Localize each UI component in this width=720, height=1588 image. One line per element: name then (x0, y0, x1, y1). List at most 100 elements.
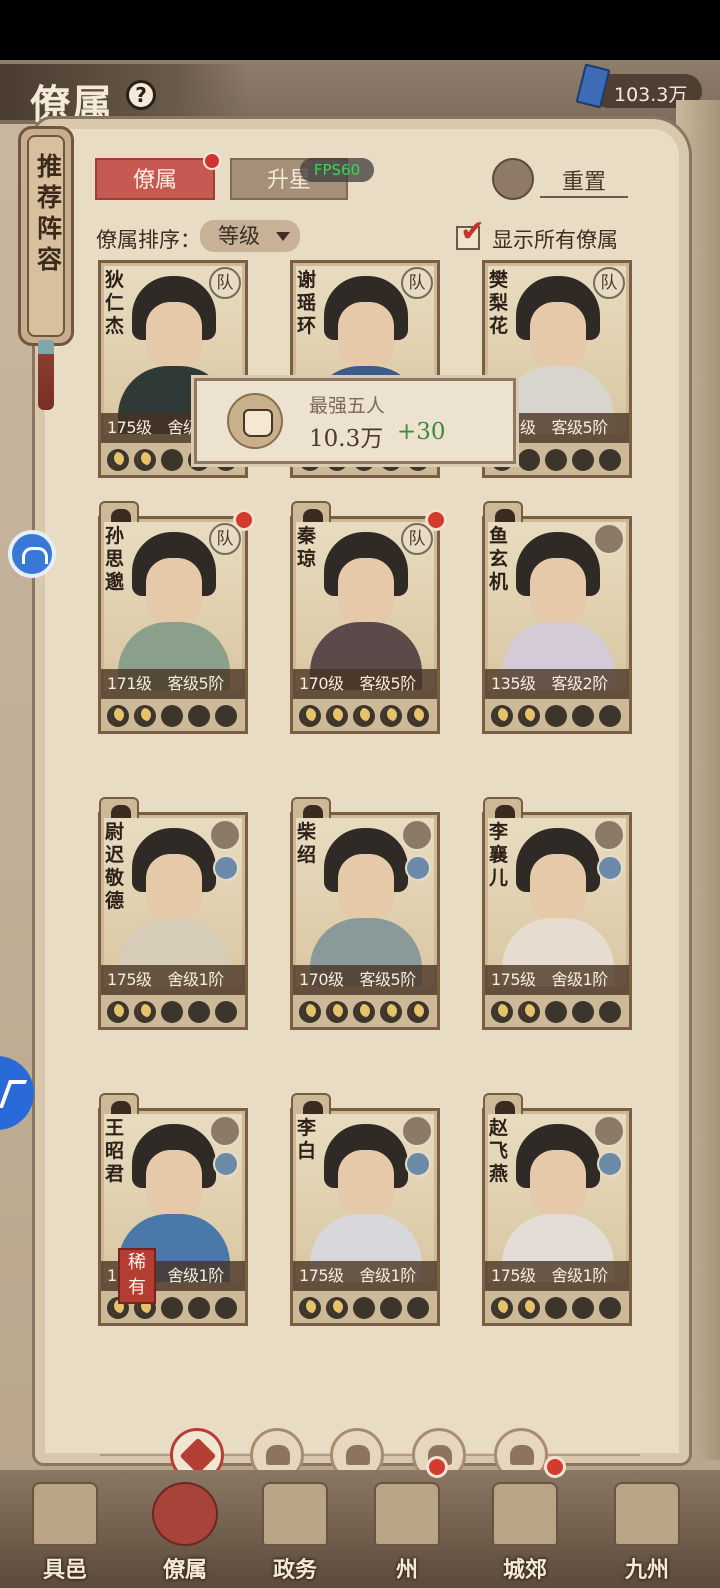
moon-star-icon (545, 705, 567, 727)
retainer-card[interactable]: 李襄儿 175级 舍级1阶 (482, 797, 632, 1030)
reset-icon[interactable] (492, 158, 534, 200)
fist-icon (227, 393, 283, 449)
partner-avatar (213, 1151, 239, 1177)
portrait-face (146, 302, 202, 372)
nav-building-icon (374, 1482, 440, 1546)
retainer-level: 175级 (491, 1266, 536, 1285)
header: 僚属 ? 103.3万 (0, 60, 720, 128)
moon-star-icon (491, 1297, 513, 1319)
notification-dot (426, 1456, 448, 1478)
tab-retainers[interactable]: 僚属 (95, 152, 221, 200)
moon-star-icon (572, 705, 594, 727)
retainer-name: 谢瑶环 (297, 269, 317, 337)
book-currency-icon (575, 63, 611, 109)
moon-star-icon (491, 1001, 513, 1023)
retainer-rank: 舍级1阶 (551, 1266, 609, 1285)
gourd-icon (346, 1445, 370, 1465)
retainer-name: 狄仁杰 (105, 269, 125, 337)
class-icon (593, 523, 625, 555)
retainer-card[interactable]: 柴绍 170级 客级5阶 (290, 797, 440, 1030)
moon-star-icon (599, 705, 621, 727)
nav-item[interactable]: 具邑 (10, 1470, 120, 1588)
rare-tag-label: 稀有 (128, 1252, 146, 1298)
moon-star-icon (545, 1297, 567, 1319)
moon-star-icon (299, 1001, 321, 1023)
level-rank-bar: 135级 客级2阶 (485, 669, 629, 699)
moon-star-icon (134, 449, 156, 471)
recommended-lineup-button[interactable]: 推荐阵容 (18, 126, 74, 346)
sort-dropdown[interactable]: 等级 (200, 220, 300, 252)
reset-button[interactable]: 重置 (540, 164, 628, 198)
partner-avatar (213, 855, 239, 881)
bottom-navigation: 具邑 僚属 政务 州 城郊 九州 (0, 1456, 720, 1588)
retainer-rank: 客级5阶 (167, 674, 225, 693)
retainer-rank: 客级5阶 (359, 674, 417, 693)
class-icon (209, 819, 241, 851)
class-icon (593, 1115, 625, 1147)
portrait-face (338, 1150, 394, 1220)
moon-star-icon (380, 1001, 402, 1023)
partner-avatar (405, 855, 431, 881)
retainer-level: 171级 (107, 674, 152, 693)
moon-star-icon (518, 1297, 540, 1319)
moon-star-icon (353, 1297, 375, 1319)
retainer-rank: 舍级1阶 (167, 970, 225, 989)
portrait-face (146, 854, 202, 924)
retainer-card[interactable]: 孙思邈队 171级 客级5阶 (98, 501, 255, 734)
moon-star-icon (353, 1001, 375, 1023)
moon-star-icon (188, 705, 210, 727)
diamond-icon (179, 1437, 217, 1475)
retainer-level: 175级 (491, 970, 536, 989)
moon-star-icon (407, 1001, 429, 1023)
retainer-card[interactable]: 秦琼队 170级 客级5阶 (290, 501, 447, 734)
floating-assistant-icon[interactable] (8, 530, 56, 578)
retainer-card[interactable]: 李白 175级 舍级1阶 (290, 1093, 440, 1326)
nav-item[interactable]: 政务 (240, 1470, 350, 1588)
popup-value: 10.3万 (309, 426, 384, 452)
nav-item[interactable]: 僚属 (130, 1470, 240, 1588)
retainer-level: 175级 (107, 970, 152, 989)
retainer-name: 秦琼 (297, 525, 317, 570)
nav-item[interactable]: 城郊 (470, 1456, 580, 1588)
moon-star-icon (161, 1001, 183, 1023)
level-rank-bar: 171级 客级5阶 (101, 669, 245, 699)
retainer-card[interactable]: 鱼玄机 135级 客级2阶 (482, 501, 632, 734)
moon-star-icon (161, 449, 183, 471)
retainer-name: 柴绍 (297, 821, 317, 866)
level-rank-bar: 175级舍级1阶 (485, 965, 629, 995)
retainer-card[interactable]: 赵飞燕 175级 舍级1阶 (482, 1093, 632, 1326)
moon-star-icon (545, 449, 567, 471)
notification-dot (233, 509, 255, 531)
portrait-face (530, 558, 586, 628)
moon-star-icon (380, 705, 402, 727)
moon-star-icon (518, 1001, 540, 1023)
side-banner-inner: 推荐阵容 (27, 135, 65, 337)
portrait-face (338, 854, 394, 924)
retainer-level: 175级 (299, 1266, 344, 1285)
moon-star-icon (299, 705, 321, 727)
strongest-five-popup: 最强五人 10.3万 +30 (194, 378, 516, 464)
nav-building-icon (614, 1482, 680, 1546)
sort-label: 僚属排序： (96, 228, 201, 252)
nav-label: 九州 (624, 1557, 669, 1583)
star-row (491, 705, 629, 729)
level-rank-bar: 175级舍级1阶 (485, 1261, 629, 1291)
retainer-name: 孙思邈 (105, 525, 125, 593)
retainer-card[interactable]: 尉迟敬德 175级 舍级1阶 (98, 797, 248, 1030)
nav-label: 具邑 (42, 1557, 87, 1583)
nav-item[interactable]: 州 (352, 1456, 462, 1588)
tab-retainers-label: 僚属 (132, 168, 177, 193)
caret-down-icon (276, 232, 290, 241)
moon-star-icon (161, 705, 183, 727)
show-all-label[interactable]: 显示所有僚属 (492, 224, 618, 254)
class-icon (593, 819, 625, 851)
nav-building-icon (152, 1482, 218, 1546)
moon-star-icon (107, 449, 129, 471)
help-icon[interactable]: ? (126, 80, 156, 110)
moon-star-icon (599, 1297, 621, 1319)
retainer-name: 赵飞燕 (489, 1117, 509, 1185)
nav-item[interactable]: 九州 (592, 1470, 702, 1588)
moon-star-icon (326, 1297, 348, 1319)
star-row (491, 1001, 629, 1025)
level-rank-bar: 170级 客级5阶 (293, 965, 437, 995)
